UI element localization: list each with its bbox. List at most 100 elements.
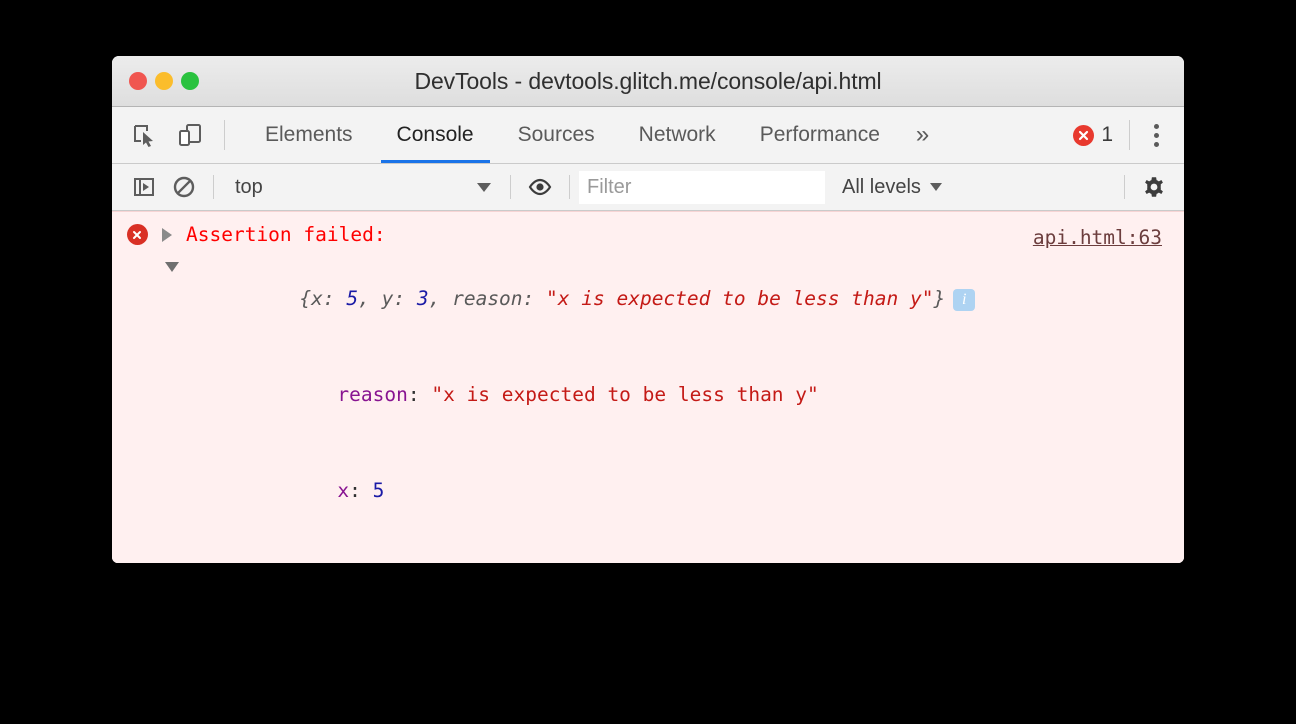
object-preview-row: {x: 5, y: 3, reason: "x is expected to b… xyxy=(112,251,1184,347)
tab-overflow-button[interactable]: » xyxy=(902,107,943,163)
tabbar-right-divider xyxy=(1129,120,1130,150)
console-toolbar-right xyxy=(1115,167,1174,207)
source-link[interactable]: api.html:63 xyxy=(1033,222,1162,254)
preview-key-reason: reason xyxy=(452,287,523,310)
console-toolbar: top All levels xyxy=(112,164,1184,211)
object-expander-cell[interactable] xyxy=(162,251,182,283)
tabbar-right-group: 1 xyxy=(1065,107,1184,163)
property-row: y: 3 xyxy=(112,539,1184,563)
property-expander-cell xyxy=(200,347,220,379)
tab-console[interactable]: Console xyxy=(375,107,496,163)
chevron-down-icon xyxy=(929,183,942,191)
property-expander-cell xyxy=(200,443,220,475)
property-text-reason: reason: "x is expected to be less than y… xyxy=(220,347,819,443)
chevron-double-right-icon: » xyxy=(915,121,930,148)
preview-key-y: y xyxy=(381,287,394,310)
preview-comma-1: , xyxy=(358,287,382,310)
chevron-down-icon[interactable] xyxy=(165,262,179,272)
log-levels-label: All levels xyxy=(842,175,921,198)
preview-comma-2: , xyxy=(428,287,453,310)
error-icon xyxy=(126,224,148,245)
clear-console-button[interactable] xyxy=(164,167,204,207)
chevron-down-icon xyxy=(477,182,491,192)
error-header-row: Assertion failed: xyxy=(112,219,1184,251)
close-x-icon xyxy=(1079,130,1089,140)
error-header-text: Assertion failed: xyxy=(186,223,386,246)
property-sep: : xyxy=(349,479,373,502)
property-key: reason xyxy=(337,383,408,406)
console-output: api.html:63 Assertion failed: {x: 5, y: … xyxy=(112,211,1184,563)
tab-performance-label: Performance xyxy=(759,123,880,146)
device-toolbar-button[interactable] xyxy=(170,115,210,155)
tab-sources[interactable]: Sources xyxy=(496,107,617,163)
tab-network-label: Network xyxy=(638,123,716,146)
minimize-button[interactable] xyxy=(155,72,173,90)
live-expression-button[interactable] xyxy=(520,167,560,207)
property-row: x: 5 xyxy=(112,443,1184,539)
tab-elements-label: Elements xyxy=(265,123,353,146)
preview-value-y: 3 xyxy=(416,287,429,310)
property-value: "x is expected to be less than y" xyxy=(431,383,819,406)
preview-value-x: 5 xyxy=(346,287,359,310)
window-controls xyxy=(129,56,199,106)
object-preview-text: {x: 5, y: 3, reason: "x is expected to b… xyxy=(182,251,976,347)
preview-open-brace: { xyxy=(299,287,312,310)
title-bar: DevTools - devtools.glitch.me/console/ap… xyxy=(112,56,1184,107)
property-text-x: x: 5 xyxy=(220,443,384,539)
console-toolbar-divider xyxy=(213,175,214,199)
window-title: DevTools - devtools.glitch.me/console/ap… xyxy=(414,67,882,94)
error-icon-cell xyxy=(112,219,162,245)
tabbar-tool-icons xyxy=(124,107,243,163)
devtools-tabbar: Elements Console Sources Network Perform… xyxy=(112,107,1184,164)
property-key: x xyxy=(337,479,350,502)
kebab-dot xyxy=(1153,123,1159,129)
log-levels-select[interactable]: All levels xyxy=(842,176,942,199)
tab-elements[interactable]: Elements xyxy=(243,107,375,163)
execution-context-select[interactable]: top xyxy=(223,176,501,199)
property-row: reason: "x is expected to be less than y… xyxy=(112,347,1184,443)
tab-performance[interactable]: Performance xyxy=(738,107,902,163)
info-badge-icon[interactable]: i xyxy=(953,288,976,311)
property-text-y: y: 3 xyxy=(220,539,384,563)
preview-value-reason: "x is expected to be less than y" xyxy=(546,287,934,310)
console-toolbar-divider-2 xyxy=(510,175,511,199)
preview-sep: : xyxy=(322,287,347,310)
close-button[interactable] xyxy=(129,72,147,90)
console-error-message[interactable]: api.html:63 Assertion failed: {x: 5, y: … xyxy=(112,211,1184,563)
kebab-dot xyxy=(1153,132,1159,138)
error-expander-cell[interactable] xyxy=(162,219,182,251)
live-expression-icon xyxy=(528,178,552,196)
device-toolbar-icon xyxy=(179,124,201,146)
console-sidebar-button[interactable] xyxy=(124,167,164,207)
tab-list: Elements Console Sources Network Perform… xyxy=(243,107,943,163)
filter-input[interactable] xyxy=(579,170,825,204)
close-x-icon xyxy=(133,230,141,239)
clear-console-icon xyxy=(173,176,195,198)
kebab-dot xyxy=(1153,141,1159,147)
more-options-button[interactable] xyxy=(1138,115,1174,155)
error-count-badge[interactable]: 1 xyxy=(1065,123,1121,147)
tabbar-divider xyxy=(224,120,225,150)
console-toolbar-divider-4 xyxy=(1124,175,1125,199)
gear-icon xyxy=(1145,177,1163,197)
zoom-button[interactable] xyxy=(181,72,199,90)
chevron-right-icon[interactable] xyxy=(162,228,172,242)
preview-sep: : xyxy=(522,287,547,310)
property-expander-cell xyxy=(200,539,220,563)
execution-context-value: top xyxy=(235,175,263,198)
tab-sources-label: Sources xyxy=(517,123,595,146)
preview-sep: : xyxy=(393,287,417,310)
property-value: 5 xyxy=(372,479,385,502)
preview-key-x: x xyxy=(311,287,323,310)
property-sep: : xyxy=(407,383,432,406)
inspect-element-icon xyxy=(134,125,153,147)
devtools-window: DevTools - devtools.glitch.me/console/ap… xyxy=(112,56,1184,563)
console-sidebar-icon xyxy=(134,178,154,196)
console-toolbar-divider-3 xyxy=(569,175,570,199)
inspect-element-button[interactable] xyxy=(124,115,164,155)
tab-network[interactable]: Network xyxy=(617,107,738,163)
settings-button[interactable] xyxy=(1134,167,1174,207)
error-count-label: 1 xyxy=(1101,123,1113,146)
tab-console-label: Console xyxy=(396,123,474,146)
preview-close-brace: } xyxy=(933,287,946,310)
